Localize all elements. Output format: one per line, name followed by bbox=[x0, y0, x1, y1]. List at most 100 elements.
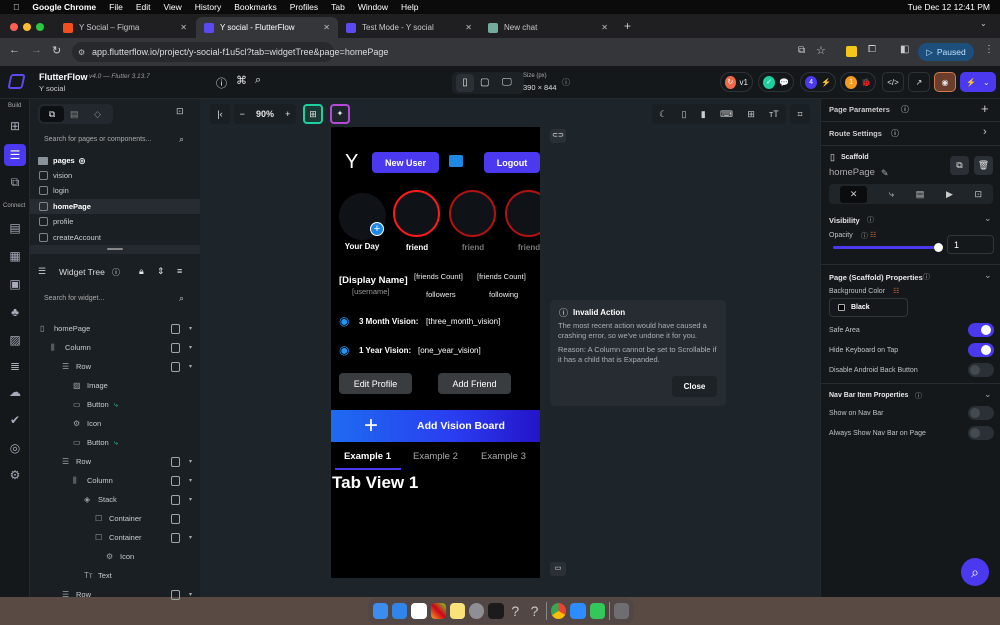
logout-button[interactable]: Logout bbox=[484, 152, 540, 173]
size-value[interactable]: 390 × 844 bbox=[523, 83, 557, 92]
firestore-icon[interactable]: ▤ bbox=[6, 219, 24, 237]
help-icon[interactable]: ⓘ bbox=[216, 75, 227, 91]
close-window-button[interactable] bbox=[10, 23, 18, 31]
add-friend-button[interactable]: Add Friend bbox=[438, 373, 511, 394]
expand-caret-icon[interactable]: ▾ bbox=[189, 363, 192, 370]
tree-node-container[interactable]: ☐ Container bbox=[30, 511, 200, 526]
add-child-icon[interactable] bbox=[171, 513, 180, 524]
actions-tab-icon[interactable]: ⤷ bbox=[889, 189, 894, 200]
menu-tab[interactable]: Tab bbox=[331, 2, 345, 12]
side-panel-icon[interactable]: ◧ bbox=[900, 44, 909, 55]
unknown-app-icon[interactable]: ? bbox=[527, 603, 542, 619]
tab-search-chevron-icon[interactable]: ⌄ bbox=[980, 19, 987, 28]
comments-button[interactable]: ✓ 💬 bbox=[758, 72, 794, 92]
tree-node-row[interactable]: ☰ Row ▾ bbox=[30, 587, 200, 602]
media-assets-icon[interactable]: ▨ bbox=[6, 331, 24, 349]
cloud-functions-icon[interactable]: ☁ bbox=[6, 383, 24, 401]
safe-area-toggle[interactable] bbox=[968, 323, 994, 337]
add-parameter-button[interactable]: + bbox=[981, 101, 989, 116]
expand-icon[interactable]: ⇕ bbox=[157, 266, 165, 277]
tab-example-1[interactable]: Example 1 bbox=[344, 451, 391, 462]
search-help-fab[interactable]: ⌕ bbox=[961, 558, 989, 586]
disable-back-toggle[interactable] bbox=[968, 363, 994, 377]
zoom-level[interactable]: 90% bbox=[256, 109, 274, 119]
settings-gear-icon[interactable]: ⚙ bbox=[6, 466, 24, 484]
info-icon[interactable]: ⓘ bbox=[923, 272, 930, 282]
system-settings-icon[interactable] bbox=[469, 603, 485, 619]
sort-icon[interactable]: ≡ bbox=[177, 266, 182, 276]
add-child-icon[interactable] bbox=[171, 475, 180, 486]
chevron-down-icon[interactable]: ⌄ bbox=[983, 78, 990, 87]
expand-caret-icon[interactable]: ▾ bbox=[189, 458, 192, 465]
settings-circle-icon[interactable]: ◎ bbox=[79, 156, 86, 165]
chat-bubble-icon[interactable] bbox=[449, 155, 463, 167]
tab-flutterflow[interactable]: Y social - FlutterFlow ✕ bbox=[196, 17, 338, 38]
grid-icon[interactable]: ⊞ bbox=[747, 109, 755, 120]
add-vision-board-button[interactable]: + Add Vision Board bbox=[331, 410, 540, 442]
android-frame-icon[interactable]: ▮ bbox=[701, 109, 706, 120]
issues-button[interactable]: 1 🐞 bbox=[840, 72, 876, 92]
tree-node-button[interactable]: ▭ Button ⤷ bbox=[30, 397, 200, 412]
bookmark-star-icon[interactable]: ☆ bbox=[816, 44, 826, 57]
finder-icon[interactable] bbox=[373, 603, 389, 619]
terminal-icon[interactable] bbox=[488, 603, 504, 619]
code-view-button[interactable]: </> bbox=[882, 72, 904, 92]
delete-trash-icon[interactable]: 🗑︎ bbox=[974, 156, 993, 175]
tab-test-mode[interactable]: Test Mode - Y social ✕ bbox=[338, 17, 480, 38]
widget-search-input[interactable]: Search for widget... bbox=[44, 295, 104, 302]
facetime-icon[interactable] bbox=[589, 603, 605, 619]
custom-code-icon[interactable]: ≣ bbox=[6, 357, 24, 375]
search-icon[interactable]: ⌕ bbox=[255, 74, 261, 87]
close-tab-icon[interactable]: ✕ bbox=[323, 23, 330, 32]
tasks-button[interactable]: 4 ⚡ bbox=[800, 72, 836, 92]
info-icon[interactable]: ⓘ bbox=[861, 231, 868, 241]
phone-frame-icon[interactable]: ▯ bbox=[682, 109, 687, 120]
back-button[interactable]: ← bbox=[9, 44, 20, 56]
menu-window[interactable]: Window bbox=[358, 2, 388, 12]
add-story-icon[interactable]: + bbox=[370, 222, 384, 236]
reload-button[interactable]: ↻ bbox=[52, 44, 61, 57]
extensions-puzzle-icon[interactable]: ⧠ bbox=[868, 44, 876, 55]
add-widget-canvas-button[interactable]: ⊞ bbox=[303, 104, 323, 124]
menu-help[interactable]: Help bbox=[401, 2, 418, 12]
add-folder-icon[interactable]: ⊡ bbox=[176, 106, 184, 117]
close-tab-icon[interactable]: ✕ bbox=[180, 23, 187, 32]
pages-search-input[interactable]: Search for pages or components... bbox=[44, 136, 151, 143]
backend-query-tab-icon[interactable]: ▤ bbox=[916, 189, 925, 200]
install-app-icon[interactable]: ⧉ bbox=[798, 45, 805, 56]
open-external-button[interactable]: ↗ bbox=[908, 72, 930, 92]
run-button[interactable]: ⚡ ⌄ bbox=[960, 72, 996, 92]
maximize-window-button[interactable] bbox=[36, 23, 44, 31]
preview-button[interactable]: ◉ bbox=[934, 72, 956, 92]
story-friend[interactable] bbox=[505, 190, 540, 237]
add-widget-icon[interactable]: ⊞ bbox=[6, 117, 24, 135]
widget-tree-icon[interactable]: ☰ bbox=[4, 144, 26, 166]
menu-app[interactable]: Google Chrome bbox=[32, 2, 96, 12]
close-tab-icon[interactable]: ✕ bbox=[601, 23, 608, 32]
tree-node-icon[interactable]: ⚙ Icon bbox=[30, 549, 200, 564]
page-item-createaccount[interactable]: createAccount bbox=[30, 230, 200, 245]
page-item-login[interactable]: login bbox=[30, 183, 200, 198]
mail-icon[interactable] bbox=[392, 603, 408, 619]
phone-preview[interactable]: Y New User Logout + Your Day friend frie… bbox=[331, 127, 540, 578]
widget-name[interactable]: homePage bbox=[829, 167, 875, 178]
tab-figma[interactable]: Y Social – Figma ✕ bbox=[55, 17, 195, 38]
tree-node-row[interactable]: ☰ Row ▾ bbox=[30, 359, 200, 374]
bg-color-picker[interactable]: Black bbox=[829, 298, 908, 317]
expand-caret-icon[interactable]: ▾ bbox=[189, 534, 192, 541]
dark-mode-icon[interactable]: ☾ bbox=[659, 109, 667, 120]
project-name[interactable]: Y social bbox=[39, 84, 65, 93]
library-tab[interactable]: ◇ bbox=[94, 106, 101, 122]
app-state-icon[interactable]: ▦ bbox=[6, 247, 24, 265]
zoom-in-button[interactable]: + bbox=[285, 109, 290, 119]
chrome-menu-icon[interactable]: ⋮ bbox=[984, 44, 994, 55]
tree-node-container[interactable]: ☐ Container ▾ bbox=[30, 530, 200, 545]
minimize-window-button[interactable] bbox=[23, 23, 31, 31]
add-child-icon[interactable] bbox=[171, 323, 180, 334]
info-icon[interactable]: ⓘ bbox=[867, 215, 874, 225]
command-icon[interactable]: ⌘ bbox=[236, 74, 247, 87]
edit-profile-button[interactable]: Edit Profile bbox=[339, 373, 412, 394]
chevron-right-icon[interactable]: › bbox=[983, 126, 987, 138]
tablet-device-icon[interactable]: ▢ bbox=[480, 74, 489, 92]
keyboard-toggle-icon[interactable]: ▭ bbox=[550, 562, 566, 576]
